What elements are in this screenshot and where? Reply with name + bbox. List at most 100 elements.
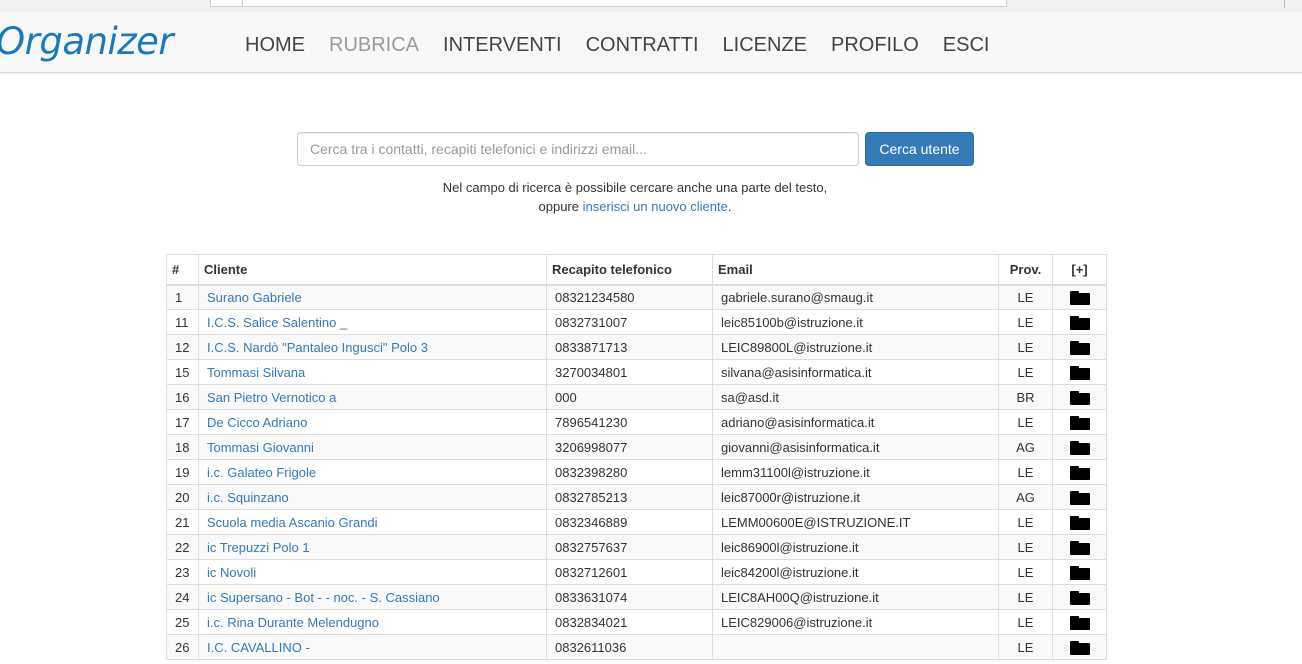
table-row: 18 Tommasi Giovanni 3206998077 giovanni@… <box>166 434 1107 460</box>
nav-item-interventi[interactable]: INTERVENTI <box>431 34 574 57</box>
client-link[interactable]: I.C.S. Nardò "Pantaleo Ingusci" Polo 3 <box>207 340 428 355</box>
client-link[interactable]: I.C.S. Salice Salentino _ <box>207 315 347 330</box>
client-link[interactable]: ic Trepuzzi Polo 1 <box>207 540 310 555</box>
nav-item-profilo[interactable]: PROFILO <box>819 34 931 57</box>
row-prov: LE <box>998 609 1053 635</box>
row-email: lemm31100l@istruzione.it <box>712 459 999 485</box>
row-num: 20 <box>166 484 199 510</box>
table-header-row: # Cliente Recapito telefonico Email Prov… <box>166 254 1107 286</box>
folder-icon[interactable] <box>1069 315 1090 330</box>
row-phone: 0832398280 <box>546 459 713 485</box>
search-button[interactable]: Cerca utente <box>865 132 974 166</box>
nav-item-esci[interactable]: ESCI <box>931 34 1002 57</box>
client-link[interactable]: Tommasi Silvana <box>207 365 305 380</box>
search-input[interactable] <box>297 132 859 166</box>
navbar: Organizer HOME RUBRICA INTERVENTI CONTRA… <box>0 12 1302 73</box>
folder-icon[interactable] <box>1069 340 1090 355</box>
folder-icon[interactable] <box>1069 515 1090 530</box>
folder-icon[interactable] <box>1069 390 1090 405</box>
table-row: 19 i.c. Galateo Frigole 0832398280 lemm3… <box>166 459 1107 485</box>
client-link[interactable]: i.c. Squinzano <box>207 490 289 505</box>
client-link[interactable]: Scuola media Ascanio Grandi <box>207 515 378 530</box>
row-num: 15 <box>166 359 199 385</box>
row-phone: 0833871713 <box>546 334 713 360</box>
search-hint-suffix: . <box>727 199 732 214</box>
address-bar[interactable] <box>210 0 1007 7</box>
table-row: 20 i.c. Squinzano 0832785213 leic87000r@… <box>166 484 1107 510</box>
row-phone: 000 <box>546 384 713 410</box>
row-prov: LE <box>998 334 1053 360</box>
row-num: 12 <box>166 334 199 360</box>
client-link[interactable]: i.c. Rina Durante Melendugno <box>207 615 379 630</box>
row-phone: 0832731007 <box>546 309 713 335</box>
row-num: 26 <box>166 634 199 660</box>
row-num: 19 <box>166 459 199 485</box>
table-row: 22 ic Trepuzzi Polo 1 0832757637 leic869… <box>166 534 1107 560</box>
row-email: LEIC89800L@istruzione.it <box>712 334 999 360</box>
folder-icon[interactable] <box>1069 565 1090 580</box>
folder-icon[interactable] <box>1069 415 1090 430</box>
window-edge-mark <box>1284 0 1285 8</box>
col-header-num[interactable]: # <box>166 254 199 286</box>
row-email: silvana@asisinformatica.it <box>712 359 999 385</box>
nav-item-home[interactable]: HOME <box>233 34 317 57</box>
table-row: 15 Tommasi Silvana 3270034801 silvana@as… <box>166 359 1107 385</box>
row-prov: AG <box>998 434 1053 460</box>
search-hint: Nel campo di ricerca è possibile cercare… <box>300 178 970 216</box>
row-num: 16 <box>166 384 199 410</box>
folder-icon[interactable] <box>1069 365 1090 380</box>
folder-icon[interactable] <box>1069 291 1090 306</box>
folder-icon[interactable] <box>1069 440 1090 455</box>
nav-item-contratti[interactable]: CONTRATTI <box>574 34 711 57</box>
folder-icon[interactable] <box>1069 465 1090 480</box>
client-link[interactable]: Tommasi Giovanni <box>207 440 314 455</box>
folder-icon[interactable] <box>1069 540 1090 555</box>
row-prov: LE <box>998 409 1053 435</box>
client-link[interactable]: Surano Gabriele <box>207 290 302 305</box>
col-header-add[interactable]: [+] <box>1052 254 1107 286</box>
nav-item-licenze[interactable]: LICENZE <box>711 34 819 57</box>
row-prov: LE <box>998 359 1053 385</box>
row-prov: LE <box>998 584 1053 610</box>
client-link[interactable]: De Cicco Adriano <box>207 415 307 430</box>
search-hint-line1: Nel campo di ricerca è possibile cercare… <box>442 180 828 195</box>
row-email: adriano@asisinformatica.it <box>712 409 999 435</box>
row-prov: AG <box>998 484 1053 510</box>
col-header-prov[interactable]: Prov. <box>998 254 1053 286</box>
folder-icon[interactable] <box>1069 490 1090 505</box>
col-header-phone[interactable]: Recapito telefonico <box>546 254 713 286</box>
folder-icon[interactable] <box>1069 615 1090 630</box>
row-prov: LE <box>998 509 1053 535</box>
brand-logo[interactable]: Organizer <box>0 20 174 63</box>
client-link[interactable]: i.c. Galateo Frigole <box>207 465 316 480</box>
client-link[interactable]: San Pietro Vernotico a <box>207 390 336 405</box>
address-bar-separator <box>242 0 243 6</box>
nav-item-rubrica[interactable]: RUBRICA <box>317 34 431 57</box>
client-link[interactable]: I.C. CAVALLINO - <box>207 640 310 655</box>
row-num: 24 <box>166 584 199 610</box>
row-prov: LE <box>998 534 1053 560</box>
row-email: sa@asd.it <box>712 384 999 410</box>
table-row: 26 I.C. CAVALLINO - 0832611036 LE <box>166 634 1107 660</box>
row-email <box>712 634 999 660</box>
client-link[interactable]: ic Supersano - Bot - - noc. - S. Cassian… <box>207 590 440 605</box>
table-row: 25 i.c. Rina Durante Melendugno 08328340… <box>166 609 1107 635</box>
row-email: LEMM00600E@ISTRUZIONE.IT <box>712 509 999 535</box>
row-email: giovanni@asisinformatica.it <box>712 434 999 460</box>
row-email: gabriele.surano@smaug.it <box>712 284 999 310</box>
table-row: 17 De Cicco Adriano 7896541230 adriano@a… <box>166 409 1107 435</box>
row-prov: BR <box>998 384 1053 410</box>
folder-icon[interactable] <box>1069 590 1090 605</box>
col-header-client[interactable]: Cliente <box>198 254 547 286</box>
row-num: 21 <box>166 509 199 535</box>
row-num: 1 <box>166 284 199 310</box>
col-header-email[interactable]: Email <box>712 254 999 286</box>
client-link[interactable]: ic Novoli <box>207 565 256 580</box>
row-phone: 3270034801 <box>546 359 713 385</box>
new-client-link[interactable]: inserisci un nuovo cliente <box>583 199 728 214</box>
clients-table: # Cliente Recapito telefonico Email Prov… <box>166 254 1107 660</box>
row-num: 11 <box>166 309 199 335</box>
row-num: 25 <box>166 609 199 635</box>
folder-icon[interactable] <box>1069 640 1090 655</box>
row-email: leic87000r@istruzione.it <box>712 484 999 510</box>
